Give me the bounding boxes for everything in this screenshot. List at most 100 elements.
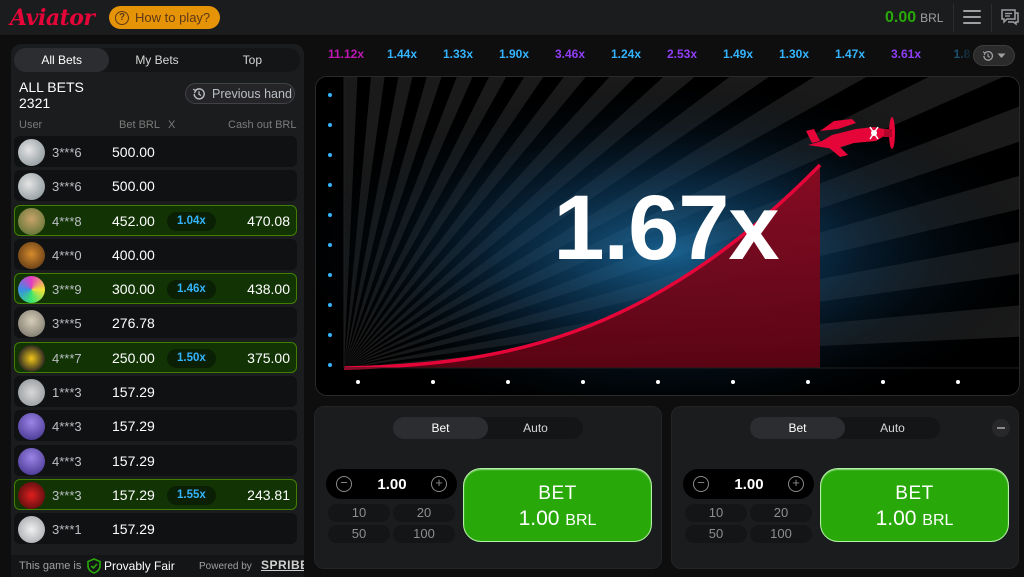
history-multiplier[interactable]: 1.49x	[714, 44, 762, 64]
bet-mode-tabs: Bet Auto	[393, 417, 583, 439]
bet-amount: 250.00	[112, 349, 155, 366]
history-multiplier[interactable]: 11.12x	[322, 44, 370, 64]
avatar	[18, 207, 45, 235]
previous-hand-label: Previous hand	[212, 86, 292, 101]
history-multiplier[interactable]: 3.46x	[546, 44, 594, 64]
column-user: User	[19, 119, 43, 131]
history-multiplier[interactable]: 2.53x	[658, 44, 706, 64]
bet-user: 3***6	[52, 145, 82, 160]
bet-amount: 500.00	[112, 178, 155, 195]
bet-row: 4***8 452.00 1.04x 470.08	[14, 204, 297, 236]
bet-amount: 452.00	[112, 212, 155, 229]
bet-row: 3***6 500.00	[14, 170, 297, 202]
quick-amount-button[interactable]: 50	[328, 525, 390, 543]
x-axis-dot	[806, 380, 810, 384]
quick-amount-button[interactable]: 20	[750, 504, 812, 522]
bets-tabs: All Bets My Bets Top	[14, 48, 300, 72]
chat-icon[interactable]	[1000, 8, 1020, 26]
quick-amount-button[interactable]: 100	[393, 525, 455, 543]
how-to-play-button[interactable]: ? How to play?	[109, 6, 221, 29]
provably-label: This game is	[19, 560, 82, 572]
provably-fair-link[interactable]: Provably Fair	[104, 559, 175, 573]
decrease-button[interactable]: −	[336, 476, 352, 492]
history-multiplier[interactable]: 1.47x	[826, 44, 874, 64]
bet-amount: 400.00	[112, 246, 155, 263]
bets-panel: All Bets My Bets Top ALL BETS 2321 Previ…	[11, 44, 304, 577]
column-cashout: Cash out BRL	[228, 119, 297, 131]
bet-mode-tabs: Bet Auto	[750, 417, 940, 439]
all-bets-title: ALL BETS	[19, 79, 84, 95]
bet-button-amount: 1.00	[518, 507, 560, 530]
place-bet-button[interactable]: BET 1.00 BRL	[820, 468, 1009, 542]
place-bet-button[interactable]: BET 1.00 BRL	[463, 468, 652, 542]
bet-row: 3***3 157.29 1.55x 243.81	[14, 478, 297, 510]
increase-button[interactable]: +	[788, 476, 804, 492]
bet-row: 4***0 400.00	[14, 238, 297, 270]
tab-my-bets[interactable]: My Bets	[109, 48, 204, 72]
history-multiplier[interactable]: 3.61x	[882, 44, 930, 64]
header-divider	[991, 4, 992, 32]
bet-amount-value[interactable]: 1.00	[358, 476, 426, 493]
avatar	[18, 241, 45, 269]
bet-button-currency: BRL	[565, 512, 597, 529]
tab-top[interactable]: Top	[205, 48, 300, 72]
bet-user: 4***3	[52, 453, 82, 469]
bet-row: 4***3 157.29	[14, 410, 297, 442]
history-multiplier[interactable]: 1.90x	[490, 44, 538, 64]
tab-all-bets[interactable]: All Bets	[14, 48, 110, 72]
history-multiplier[interactable]: 1.24x	[602, 44, 650, 64]
bet-user: 3***3	[52, 487, 82, 503]
quick-amount-button[interactable]: 20	[393, 504, 455, 522]
bet-user: 4***3	[52, 419, 82, 435]
x-axis-dot	[431, 380, 435, 384]
quick-amount-button[interactable]: 100	[750, 525, 812, 543]
top-header: Aviator ? How to play? 0.00 BRL	[0, 0, 1024, 36]
game-canvas: 1.67x	[315, 76, 1020, 396]
history-clock-icon	[192, 87, 205, 100]
bet-user: 1***3	[52, 385, 82, 401]
menu-icon[interactable]	[963, 10, 981, 24]
tab-auto[interactable]: Auto	[845, 417, 940, 439]
history-multiplier[interactable]: 1.44x	[378, 44, 426, 64]
bet-row: 3***6 500.00	[14, 136, 297, 167]
chevron-down-icon	[997, 53, 1006, 58]
bet-amount: 157.29	[112, 418, 155, 435]
avatar	[18, 447, 45, 475]
y-axis-dot	[328, 213, 332, 217]
increase-button[interactable]: +	[431, 476, 447, 492]
remove-panel-button[interactable]	[992, 419, 1010, 437]
tab-bet[interactable]: Bet	[393, 417, 488, 439]
bet-amount-value[interactable]: 1.00	[715, 476, 783, 493]
shield-check-icon	[87, 558, 101, 574]
avatar	[18, 344, 45, 372]
tab-auto[interactable]: Auto	[488, 417, 583, 439]
cashout-amount: 470.08	[247, 212, 290, 229]
history-multiplier[interactable]: 1.30x	[770, 44, 818, 64]
bet-amount-stepper: − 1.00 +	[683, 469, 814, 499]
bet-amount: 157.29	[112, 486, 155, 503]
history-toggle-button[interactable]	[973, 45, 1015, 66]
bet-row: 4***3 157.29	[14, 444, 297, 476]
y-axis-dot	[328, 153, 332, 157]
avatar	[18, 276, 45, 304]
avatar	[18, 516, 45, 544]
bet-button-currency: BRL	[922, 512, 954, 529]
previous-hand-button[interactable]: Previous hand	[185, 83, 295, 104]
y-axis-dot	[328, 93, 332, 97]
bet-user: 4***8	[52, 213, 82, 229]
current-multiplier: 1.67x	[553, 177, 779, 279]
bet-user: 4***7	[52, 350, 82, 366]
bets-column-headers: User Bet BRL X Cash out BRL	[11, 119, 304, 133]
bet-button-amount-line: 1.00 BRL	[464, 507, 651, 531]
spribe-logo[interactable]: SPRIBE	[261, 558, 304, 572]
y-axis-dot	[328, 273, 332, 277]
y-axis-dot	[328, 243, 332, 247]
quick-amount-button[interactable]: 10	[685, 504, 747, 522]
balance-currency: BRL	[920, 11, 944, 25]
tab-bet[interactable]: Bet	[750, 417, 845, 439]
column-x: X	[168, 119, 176, 131]
history-multiplier[interactable]: 1.33x	[434, 44, 482, 64]
quick-amount-button[interactable]: 10	[328, 504, 390, 522]
decrease-button[interactable]: −	[693, 476, 709, 492]
quick-amount-button[interactable]: 50	[685, 525, 747, 543]
